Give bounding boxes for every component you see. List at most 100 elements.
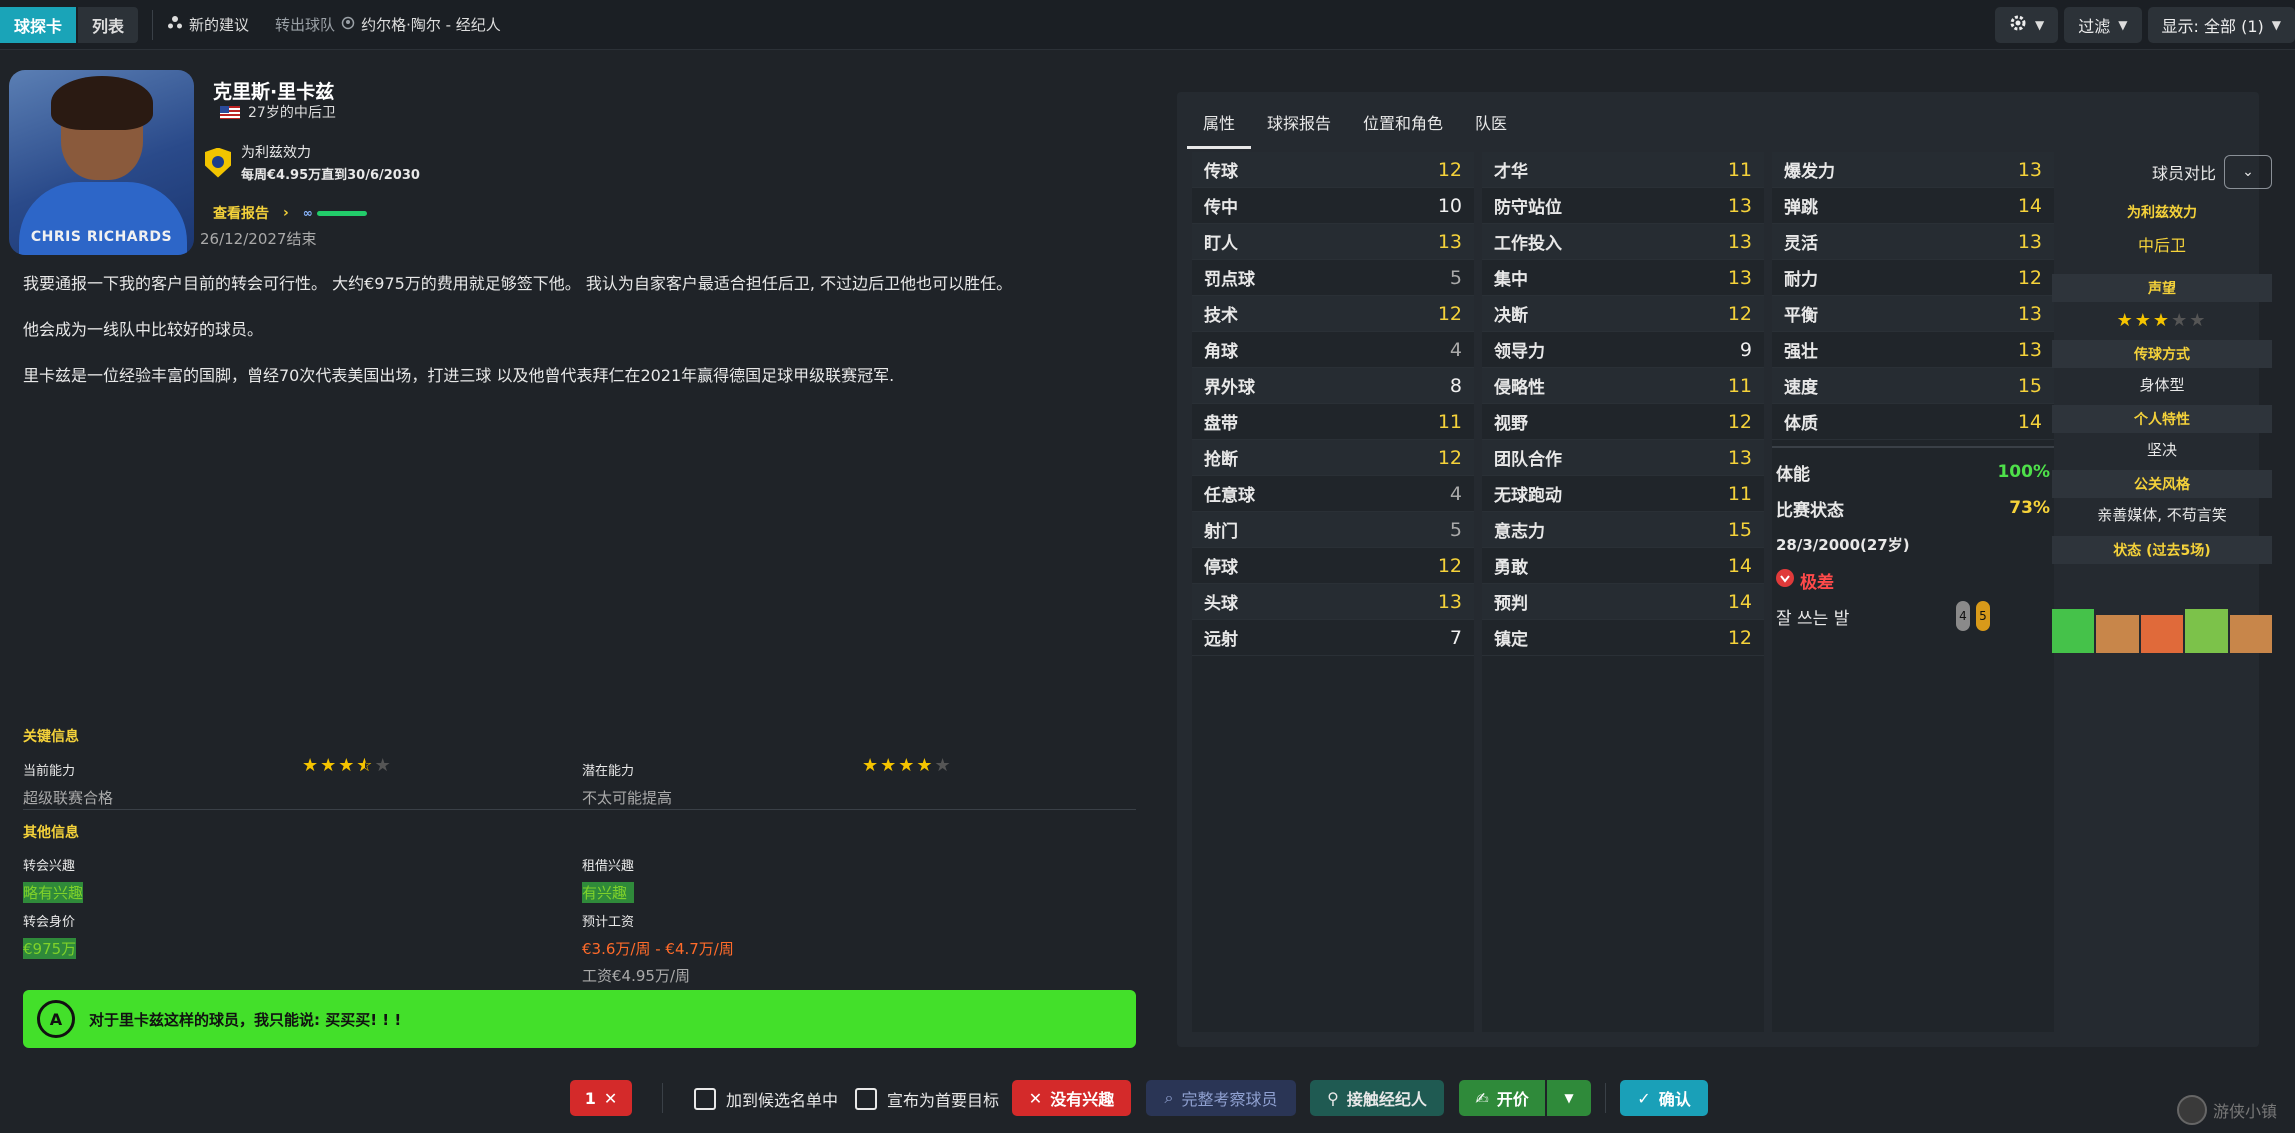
transfer-interest: 转会兴趣 略有兴趣 (23, 855, 84, 903)
make-offer-button[interactable]: ✍ 开价 (1459, 1080, 1545, 1116)
dob-value: 28/3/2000(27岁) (1776, 535, 1910, 554)
tab-scout-report[interactable]: 球探报告 (1251, 100, 1347, 149)
filter-button[interactable]: 过滤 ▼ (2064, 7, 2142, 43)
attribute-row: 任意球 4 (1192, 476, 1474, 512)
full-scout-button[interactable]: ⌕ 完整考察球员 (1146, 1080, 1296, 1116)
attribute-row: 侵略性 11 (1482, 368, 1764, 404)
agent-link[interactable]: 约尔格·陶尔 - 经纪人 (361, 14, 501, 35)
technical-attributes: 传球 12 传中 10 盯人 13 罚点球 5 技术 12 角球 4 界外球 8 盘带 11 抢断 12 任意球 4 射… (1192, 152, 1474, 1032)
attribute-row: 盘带 11 (1192, 404, 1474, 440)
attribute-name: 镇定 (1494, 630, 1528, 650)
checkbox-box[interactable] (694, 1088, 716, 1110)
display-button[interactable]: 显示: 全部 (1) ▼ (2147, 7, 2295, 43)
match-fitness-row: 比赛状态 73% (1774, 490, 2052, 526)
check-icon: ✓ (1637, 1088, 1651, 1108)
attribute-value: 12 (1727, 302, 1752, 325)
attribute-row: 盯人 13 (1192, 224, 1474, 260)
attribute-name: 爆发力 (1784, 162, 1835, 182)
transfer-interest-value: 略有兴趣 (23, 882, 84, 903)
tab-scout-card[interactable]: 球探卡 (0, 6, 77, 43)
media-handling-value: 亲善媒体, 不苟言笑 (2097, 506, 2227, 524)
watermark-text: 游侠小镇 (2212, 1102, 2277, 1121)
attribute-name: 视野 (1494, 414, 1528, 434)
make-offer-dropdown[interactable]: ▼ (1547, 1080, 1591, 1116)
leeds-crest-icon[interactable] (205, 147, 231, 178)
attribute-name: 灵活 (1784, 234, 1818, 254)
scouting-progress: ∞ (303, 206, 367, 220)
attribute-row: 耐力 12 (1772, 260, 2054, 296)
attribute-value: 13 (1437, 230, 1462, 253)
attribute-row: 工作投入 13 (1482, 224, 1764, 260)
attribute-value: 10 (1437, 194, 1462, 217)
current-ability: 当前能力 超级联赛合格 (23, 760, 113, 808)
chevron-right-icon: › (283, 205, 289, 221)
attribute-row: 镇定 12 (1482, 620, 1764, 656)
watermark: 游侠小镇 (2176, 1095, 2277, 1125)
attribute-value: 12 (1437, 302, 1462, 325)
fitness-row: 体能 100% (1774, 454, 2052, 490)
attribute-name: 远射 (1204, 630, 1238, 650)
reputation-label: 声望 (2052, 274, 2272, 302)
counter-close-button[interactable]: 1 ✕ (570, 1080, 632, 1116)
priority-target-checkbox[interactable]: 宣布为首要目标 (855, 1087, 999, 1111)
attribute-value: 13 (1727, 194, 1752, 217)
priority-target-label: 宣布为首要目标 (887, 1091, 1000, 1110)
physical-attributes: 爆发力 13 弹跳 14 灵活 13 耐力 12 平衡 13 强壮 13 速度 15 体质 14 体能 100… (1772, 152, 2054, 1032)
attribute-name: 工作投入 (1494, 234, 1562, 254)
attribute-name: 强壮 (1784, 342, 1818, 362)
attribute-name: 弹跳 (1784, 198, 1818, 218)
player-name[interactable]: 克里斯·里卡兹 (213, 77, 334, 104)
attribute-name: 盯人 (1204, 234, 1238, 254)
attribute-name: 意志力 (1494, 522, 1545, 542)
form-bar (2185, 609, 2228, 653)
attribute-row: 头球 13 (1192, 584, 1474, 620)
current-wage: 工资€4.95万/周 (582, 967, 690, 985)
not-interested-button[interactable]: ✕ 没有兴趣 (1012, 1080, 1131, 1116)
handshake-icon: ✍ (1475, 1088, 1489, 1108)
not-interested-label: 没有兴趣 (1050, 1090, 1115, 1109)
tab-medical[interactable]: 队医 (1459, 100, 1523, 149)
full-scout-label: 完整考察球员 (1181, 1090, 1278, 1109)
club-info: 为利兹效力 每周€4.95万直到30/6/2030 (205, 142, 420, 183)
attribute-value: 13 (2017, 158, 2042, 181)
contact-agent-button[interactable]: ⚲ 接触经纪人 (1310, 1080, 1444, 1116)
attribute-name: 停球 (1204, 558, 1238, 578)
attribute-value: 14 (1727, 590, 1752, 613)
attribute-row: 勇敢 14 (1482, 548, 1764, 584)
attribute-row: 领导力 9 (1482, 332, 1764, 368)
tab-positions-roles[interactable]: 位置和角色 (1347, 100, 1459, 149)
attribute-row: 速度 15 (1772, 368, 2054, 404)
attribute-row: 角球 4 (1192, 332, 1474, 368)
attribute-name: 决断 (1494, 306, 1528, 326)
settings-button[interactable]: ▼ (1995, 7, 2059, 43)
transfer-club-label: 转出球队 (275, 16, 336, 34)
media-handling-label: 公关风格 (2052, 470, 2272, 498)
current-ability-stars: ★★★☆★★ (302, 755, 393, 776)
player-photo-hair (51, 76, 153, 130)
attribute-row: 决断 12 (1482, 296, 1764, 332)
attribute-name: 集中 (1494, 270, 1528, 290)
form-bar (2229, 615, 2273, 653)
attribute-name: 头球 (1204, 594, 1238, 614)
tab-attributes[interactable]: 属性 (1187, 100, 1252, 149)
player-photo: CHRIS RICHARDS (9, 70, 194, 255)
quote-paragraph: 我要通报一下我的客户目前的转会可行性。 大约€975万的费用就足够签下他。 我认… (23, 274, 1013, 293)
filter-label: 过滤 (2078, 17, 2111, 36)
report-end-date: 26/12/2027结束 (200, 230, 317, 248)
attribute-value: 11 (1727, 158, 1752, 181)
attribute-name: 射门 (1204, 522, 1238, 542)
wage-line: 每周€4.95万直到30/6/2030 (241, 168, 420, 183)
comparison-position: 中后卫 (2137, 236, 2186, 255)
tab-list[interactable]: 列表 (78, 6, 139, 43)
view-report-link[interactable]: 查看报告 › ∞ (213, 203, 367, 223)
comparison-dropdown[interactable]: ⌄ (2224, 155, 2272, 189)
new-suggestion-link[interactable]: 新的建议 (189, 14, 249, 35)
checkbox-box[interactable] (855, 1088, 877, 1110)
attribute-value: 4 (1449, 338, 1462, 361)
attribute-name: 任意球 (1204, 486, 1255, 506)
attribute-name: 耐力 (1784, 270, 1818, 290)
attribute-name: 领导力 (1494, 342, 1545, 362)
shortlist-checkbox[interactable]: 加到候选名单中 (694, 1087, 838, 1111)
search-icon: ⌕ (1164, 1088, 1174, 1107)
confirm-button[interactable]: ✓ 确认 (1620, 1080, 1708, 1116)
